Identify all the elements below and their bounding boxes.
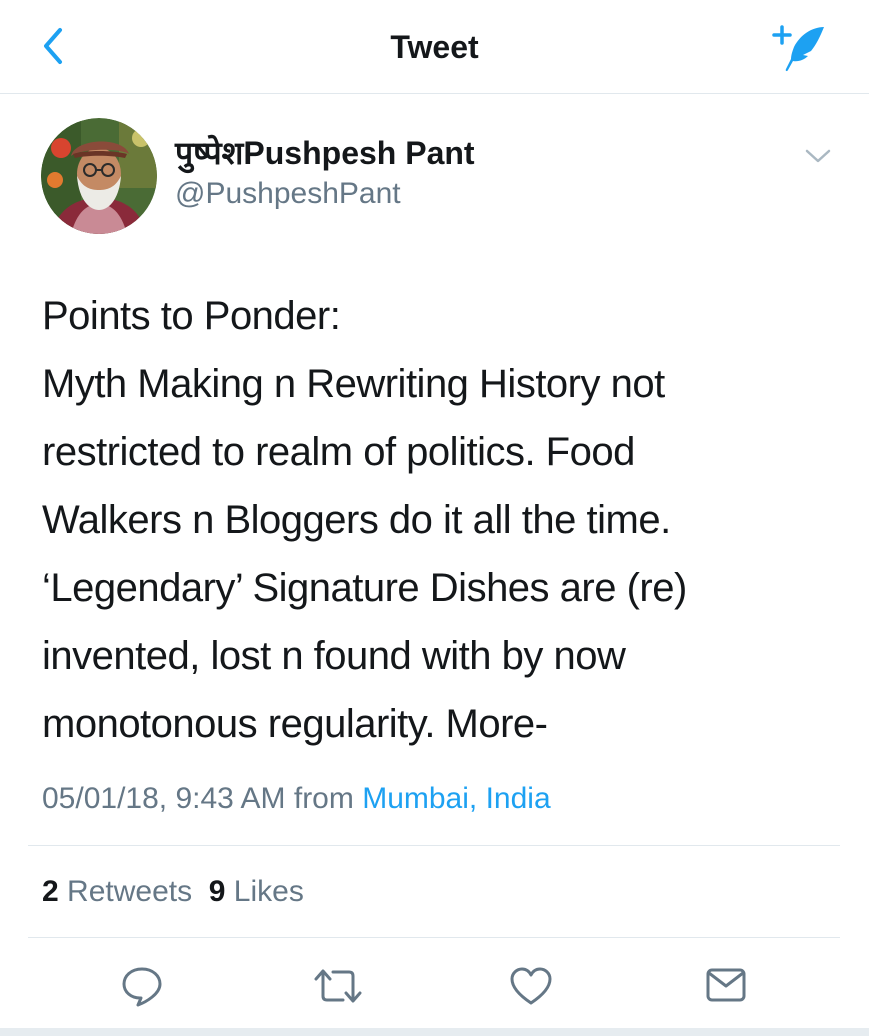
like-button[interactable]: [503, 958, 559, 1014]
tweet-text-line: Points to Ponder:: [42, 294, 341, 338]
retweet-icon: [314, 969, 362, 1003]
reply-button[interactable]: [114, 958, 170, 1014]
page-title: Tweet: [390, 29, 479, 65]
tweet-text-line: ‘Legendary’ Signature Dishes are (re): [42, 566, 687, 610]
likes-stat[interactable]: 9 Likes: [209, 875, 304, 908]
divider: [28, 845, 840, 846]
tweet-text-line: Myth Making n Rewriting History not: [42, 362, 665, 406]
tweet-stats: 2 Retweets 9 Likes: [42, 872, 304, 912]
likes-count: 9: [208, 875, 226, 908]
user-avatar-photo: [41, 118, 157, 234]
compose-tweet-icon: [772, 25, 824, 72]
retweets-label: Retweets: [67, 875, 193, 908]
tweet-text-line: monotonous regularity. More-: [42, 702, 548, 746]
tweet-options-button[interactable]: [800, 138, 836, 174]
retweet-button[interactable]: [310, 958, 366, 1014]
tweet-text-line: restricted to realm of politics. Food: [42, 430, 635, 474]
retweets-stat[interactable]: 2 Retweets: [42, 875, 192, 908]
retweets-count: 2: [42, 875, 59, 908]
nav-bar: Tweet: [0, 0, 869, 94]
reply-icon: [122, 967, 162, 1007]
tweet-text-line: invented, lost n found with by now: [42, 634, 626, 678]
tweet-text: Points to Ponder: Myth Making n Rewritin…: [42, 282, 832, 758]
divider: [28, 937, 840, 938]
likes-label: Likes: [233, 875, 304, 908]
tweet-text-line: Walkers n Bloggers do it all the time.: [42, 498, 671, 542]
heart-icon: [510, 967, 552, 1005]
share-button[interactable]: [698, 958, 754, 1014]
bottom-separator: [0, 1028, 869, 1036]
tweet-meta: 05/01/18, 9:43 AM from Mumbai, India: [42, 779, 551, 819]
tweet-timestamp: 05/01/18, 9:43 AM: [42, 782, 286, 815]
author-handle[interactable]: @PushpeshPant: [175, 175, 401, 213]
tweet-detail-screen: Tweet पुष्पेशPushpesh Pant @PushpeshPant…: [0, 0, 869, 1036]
chevron-down-icon: [805, 149, 831, 163]
from-label: from: [293, 782, 354, 815]
share-dm-icon: [706, 968, 746, 1002]
tweet-location-link[interactable]: Mumbai, India: [362, 782, 550, 815]
compose-tweet-button[interactable]: [768, 18, 832, 76]
author-display-name[interactable]: पुष्पेशPushpesh Pant: [175, 133, 475, 173]
avatar[interactable]: [41, 118, 157, 234]
